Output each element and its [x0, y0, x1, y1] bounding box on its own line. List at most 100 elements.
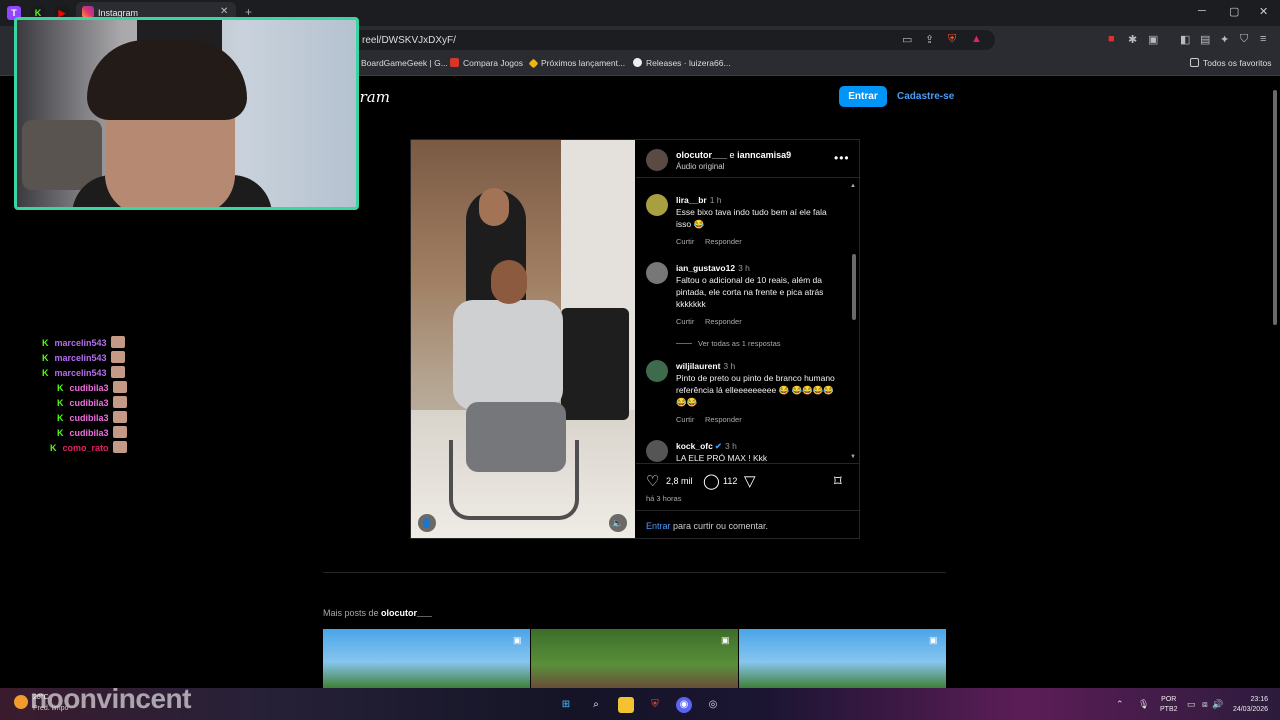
comment-user[interactable]: lira__br 1 h	[676, 195, 722, 205]
tagged-users-icon[interactable]: 👤	[418, 514, 436, 532]
share-icon[interactable]: ⇪	[925, 33, 934, 46]
chat-username[interactable]: marcelin543	[55, 338, 107, 348]
kick-badge-icon: K	[42, 338, 49, 348]
close-window-icon[interactable]: ✕	[1259, 5, 1268, 18]
reel-icon: ▣	[513, 635, 522, 645]
steam-icon[interactable]: ◎	[705, 697, 721, 713]
maximize-icon[interactable]: ▢	[1229, 5, 1239, 18]
comment-avatar[interactable]	[646, 262, 668, 284]
login-link[interactable]: Entrar	[646, 521, 671, 531]
webcam-hair	[87, 40, 247, 120]
comment-avatar[interactable]	[646, 360, 668, 382]
video-barrel	[561, 308, 629, 420]
network-icon[interactable]: ⧈	[1202, 699, 1208, 710]
view-replies-link[interactable]: Ver todas as 1 respostas	[698, 339, 781, 348]
comment-like[interactable]: Curtir	[676, 317, 694, 326]
chat-username[interactable]: cudibila3	[70, 398, 109, 408]
bookmark-proximos[interactable]: Próximos lançament...	[528, 58, 625, 69]
scroll-down-icon[interactable]: ▼	[850, 454, 856, 460]
file-explorer-icon[interactable]	[618, 697, 634, 713]
volume-tray-icon[interactable]: 🔊	[1212, 699, 1223, 710]
comment-user[interactable]: ian_gustavo12 3 h	[676, 263, 750, 273]
comment-avatar[interactable]	[646, 194, 668, 216]
chat-emote	[110, 351, 125, 363]
rewards-icon[interactable]: ▲	[971, 33, 982, 45]
comment-icon[interactable]: ◯	[703, 472, 720, 490]
cast-icon[interactable]: ▭	[902, 33, 912, 46]
tray-chevron-icon[interactable]: ⌃	[1116, 699, 1124, 710]
comment-user[interactable]: wiljilaurent 3 h	[676, 361, 735, 371]
chat-message: Kcudibila3	[42, 381, 127, 396]
reel-video[interactable]	[411, 140, 635, 538]
bookmark-compara-jogos[interactable]: Compara Jogos	[450, 58, 523, 68]
sidebar-icon[interactable]: ◧	[1180, 33, 1190, 46]
comment-reply[interactable]: Responder	[705, 237, 742, 246]
microphone-icon[interactable]: 🎙	[1138, 699, 1149, 710]
bookmark-releases[interactable]: Releases · luizera66...	[633, 58, 731, 68]
chat-username[interactable]: como_rato	[63, 443, 109, 453]
discord-icon[interactable]: ◉	[676, 697, 692, 713]
weather-desc[interactable]: Pred. limpo	[33, 705, 68, 712]
like-icon[interactable]: ♡	[646, 472, 659, 490]
more-posts-user[interactable]: olocutor___	[381, 608, 432, 618]
taskbar	[0, 688, 1280, 720]
brave-icon[interactable]: ⛨	[647, 697, 663, 713]
page-scrollbar[interactable]	[1273, 90, 1277, 325]
replies-line	[676, 343, 692, 344]
all-favorites[interactable]: Todos os favoritos	[1190, 58, 1272, 68]
audio-label[interactable]: Áudio original	[676, 162, 724, 171]
tab-search-icon[interactable]: ▤	[1200, 33, 1210, 46]
extension-red-icon[interactable]: ■	[1108, 33, 1115, 45]
brave-shield-icon[interactable]: ⛨	[948, 33, 956, 46]
more-post-thumbnail[interactable]	[531, 629, 738, 689]
chat-username[interactable]: marcelin543	[55, 353, 107, 363]
signup-link[interactable]: Cadastre-se	[897, 91, 954, 102]
chat-username[interactable]: cudibila3	[70, 413, 109, 423]
display-icon[interactable]: ▭	[1187, 699, 1196, 710]
chat-username[interactable]: marcelin543	[55, 368, 107, 378]
scroll-up-icon[interactable]: ▲	[850, 183, 856, 189]
more-options-icon[interactable]: •••	[834, 151, 850, 165]
weather-temp[interactable]: 28°C	[33, 694, 49, 701]
like-count[interactable]: 2,8 mil	[666, 476, 693, 486]
comments-scrollbar[interactable]	[852, 254, 856, 320]
comment-text: Pinto de preto ou pinto de branco humano…	[676, 373, 835, 407]
menu-icon[interactable]: ≡	[1260, 33, 1266, 45]
comment-like[interactable]: Curtir	[676, 237, 694, 246]
tab-close-icon[interactable]: ✕	[220, 6, 228, 17]
chat-message: Kcudibila3	[42, 426, 127, 441]
chat-username[interactable]: cudibila3	[70, 428, 109, 438]
comment-reply[interactable]: Responder	[705, 415, 742, 424]
more-post-thumbnail[interactable]	[323, 629, 530, 689]
comment-user[interactable]: kock_ofc ✔ 3 h	[676, 441, 737, 452]
chat-emote	[110, 336, 125, 348]
volume-icon[interactable]: 🔈	[609, 514, 627, 532]
language-indicator[interactable]: POR PTB2	[1160, 695, 1178, 715]
search-icon[interactable]: ⌕	[588, 697, 604, 713]
share-post-icon[interactable]: ▽	[744, 472, 756, 490]
login-button[interactable]: Entrar	[839, 86, 887, 107]
clock[interactable]: 23:16 24/03/2026	[1226, 695, 1268, 715]
leo-ai-icon[interactable]: ✦	[1220, 33, 1229, 46]
post-time[interactable]: há 3 horas	[646, 494, 681, 503]
video-person-front	[453, 300, 563, 410]
start-icon[interactable]: ⊞	[558, 697, 574, 713]
chat-username[interactable]: cudibila3	[70, 383, 109, 393]
comment-reply[interactable]: Responder	[705, 317, 742, 326]
post-authors[interactable]: olocutor___ e ianncamisa9	[676, 150, 791, 160]
url-text[interactable]: reel/DWSKVJxDXyF/	[362, 35, 456, 46]
author-avatar[interactable]	[646, 149, 668, 171]
vpn-icon[interactable]: ⛉	[1240, 33, 1248, 46]
minimize-icon[interactable]: ─	[1198, 5, 1206, 17]
stream-chat: Kmarcelin543 Kmarcelin543 Kmarcelin543 Kcud…	[42, 336, 127, 456]
weather-icon[interactable]	[14, 695, 28, 709]
bookmark-boardgamegeek[interactable]: BoardGameGeek | G...	[361, 58, 448, 68]
extensions-icon[interactable]: ✱	[1128, 33, 1137, 46]
comment-like[interactable]: Curtir	[676, 415, 694, 424]
save-bookmark-icon[interactable]: ⌑	[834, 472, 842, 490]
comment-avatar[interactable]	[646, 440, 668, 462]
section-divider	[323, 572, 946, 573]
wallet-icon[interactable]: ▣	[1148, 33, 1158, 46]
more-post-thumbnail[interactable]	[739, 629, 946, 689]
post-divider	[636, 510, 859, 511]
